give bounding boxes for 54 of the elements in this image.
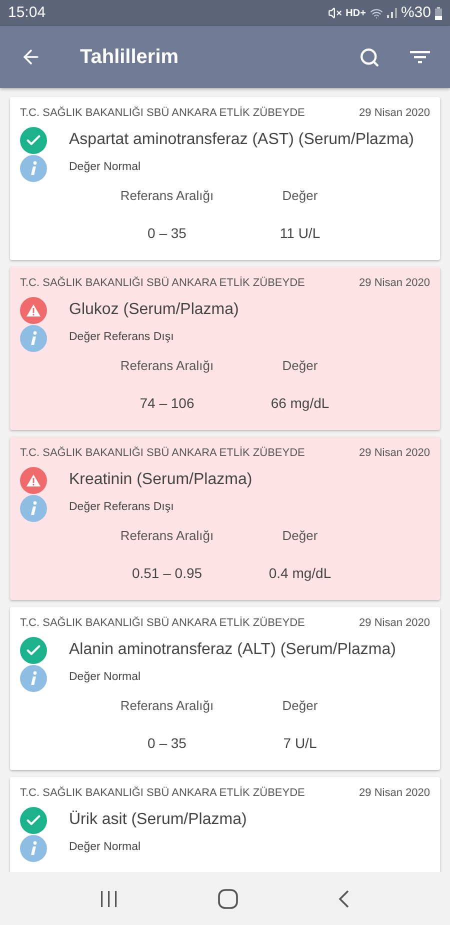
back-nav-button[interactable]	[338, 890, 350, 908]
result-value: 66 mg/dL	[270, 394, 330, 413]
range-header: Referans Aralığı	[119, 696, 215, 715]
reference-range: 0 – 35	[146, 734, 188, 753]
recent-apps-button[interactable]	[100, 890, 118, 906]
result-card[interactable]: T.C. SAĞLIK BAKANLIĞI SBÜ ANKARA ETLİK ZÜBEYDE 29 Nisan 2020 Aspartat aminotransferaz (AST) (Serum/Plazma) Değer Normal Referans Aralığı Değer 0 – 35 11 U/L	[10, 97, 440, 260]
test-name: Kreatinin (Serum/Plazma)	[69, 470, 252, 490]
result-card[interactable]: T.C. SAĞLIK BAKANLIĞI SBÜ ANKARA ETLİK ZÜBEYDE 29 Nisan 2020 Alanin aminotransferaz (ALT) (Serum/Plazma) Değer Normal Referans Aralığı Değer 0 – 35 7 U/L	[10, 607, 440, 770]
hospital-name: T.C. SAĞLIK BAKANLIĞI SBÜ ANKARA ETLİK ZÜBEYDE	[20, 446, 305, 461]
battery-level: %30	[400, 2, 431, 23]
reference-range: 74 – 106	[138, 394, 196, 413]
result-value: 0.4 mg/dL	[268, 564, 332, 583]
hospital-name: T.C. SAĞLIK BAKANLIĞI SBÜ ANKARA ETLİK ZÜBEYDE	[20, 106, 305, 121]
result-date: 29 Nisan 2020	[359, 786, 430, 801]
result-date: 29 Nisan 2020	[359, 106, 430, 121]
reference-range: 0.51 – 0.95	[130, 564, 204, 583]
result-value: 7 U/L	[282, 734, 318, 753]
status-note: Değer Referans Dışı	[69, 500, 174, 516]
result-value: 11 U/L	[278, 224, 322, 243]
result-date: 29 Nisan 2020	[359, 616, 430, 631]
value-header: Değer	[281, 356, 319, 375]
value-header: Değer	[281, 526, 319, 545]
network-type: HD+	[346, 6, 366, 20]
result-card[interactable]: T.C. SAĞLIK BAKANLIĞI SBÜ ANKARA ETLİK ZÜBEYDE 29 Nisan 2020 Ürik asit (Serum/Plazma) Değer Normal	[10, 777, 440, 872]
test-name: Ürik asit (Serum/Plazma)	[69, 810, 247, 830]
test-name: Aspartat aminotransferaz (AST) (Serum/Plazma)	[69, 130, 414, 150]
search-button[interactable]	[359, 46, 380, 68]
home-button[interactable]	[218, 888, 238, 908]
result-card[interactable]: T.C. SAĞLIK BAKANLIĞI SBÜ ANKARA ETLİK ZÜBEYDE 29 Nisan 2020 Glukoz (Serum/Plazma) Değer Referans Dışı Referans Aralığı Değer 74 – 106 66 mg/dL	[10, 267, 440, 430]
range-header: Referans Aralığı	[119, 356, 215, 375]
test-name: Alanin aminotransferaz (ALT) (Serum/Plazma)	[69, 640, 396, 660]
result-card[interactable]: T.C. SAĞLIK BAKANLIĞI SBÜ ANKARA ETLİK ZÜBEYDE 29 Nisan 2020 Kreatinin (Serum/Plazma) Değer Referans Dışı Referans Aralığı Değer 0.51 – 0.95 0.4 mg/dL	[10, 437, 440, 600]
reference-range: 0 – 35	[146, 224, 188, 243]
hospital-name: T.C. SAĞLIK BAKANLIĞI SBÜ ANKARA ETLİK ZÜBEYDE	[20, 786, 305, 801]
status-note: Değer Normal	[69, 670, 141, 686]
value-header: Değer	[281, 186, 319, 205]
hospital-name: T.C. SAĞLIK BAKANLIĞI SBÜ ANKARA ETLİK ZÜBEYDE	[20, 616, 305, 631]
status-note: Değer Normal	[69, 160, 141, 176]
mute-icon	[328, 6, 342, 20]
wifi-icon	[370, 6, 383, 20]
result-date: 29 Nisan 2020	[359, 276, 430, 291]
filter-button[interactable]	[410, 49, 430, 65]
screen-title: Tahlillerim	[80, 45, 180, 70]
status-note: Değer Referans Dışı	[69, 330, 174, 346]
clock: 15:04	[8, 2, 46, 23]
test-name: Glukoz (Serum/Plazma)	[69, 300, 239, 320]
value-header: Değer	[281, 696, 319, 715]
range-header: Referans Aralığı	[119, 186, 215, 205]
status-note: Değer Normal	[69, 840, 141, 856]
hospital-name: T.C. SAĞLIK BAKANLIĞI SBÜ ANKARA ETLİK ZÜBEYDE	[20, 276, 305, 291]
battery-icon	[435, 6, 442, 20]
range-header: Referans Aralığı	[119, 526, 215, 545]
signal-icon	[386, 8, 397, 18]
result-date: 29 Nisan 2020	[359, 446, 430, 461]
